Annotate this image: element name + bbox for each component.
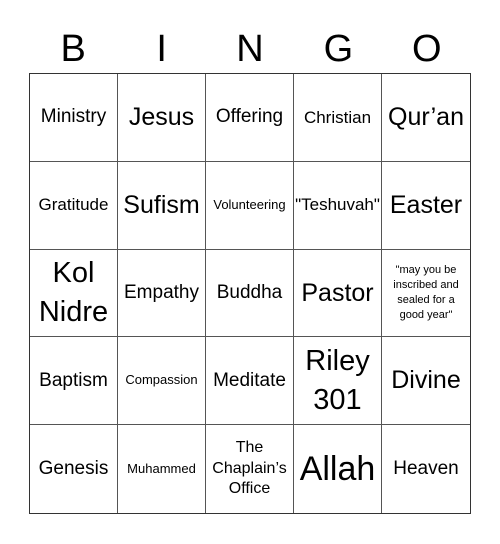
bingo-cell-text: Muhammed <box>127 460 196 476</box>
bingo-cell-text: Divine <box>391 366 461 395</box>
bingo-cell[interactable]: Volunteering <box>206 161 294 250</box>
bingo-cell-text: The Chaplain’s Office <box>212 438 287 498</box>
bingo-cell-text: Pastor <box>301 278 374 307</box>
bingo-cell-text: Qur’an <box>388 103 464 132</box>
bingo-grid: Ministry Jesus Offering Christian Qur’an Grat… <box>29 73 471 514</box>
bingo-cell[interactable]: Baptism <box>30 337 118 426</box>
bingo-cell-text: Empathy <box>124 282 199 304</box>
bingo-cell-text: Sufism <box>123 190 200 219</box>
bingo-cell[interactable]: "may you be inscribed and sealed for a g… <box>382 250 470 338</box>
bingo-cell[interactable]: Christian <box>294 74 382 162</box>
bingo-cell-text: Volunteering <box>213 196 286 212</box>
bingo-cell-text: Jesus <box>128 103 195 132</box>
bingo-cell[interactable]: Jesus <box>118 74 206 162</box>
bingo-cell[interactable]: Buddha <box>206 249 294 338</box>
bingo-cell[interactable]: Heaven <box>382 425 470 513</box>
bingo-cell[interactable]: Empathy <box>118 249 206 338</box>
header-letter-g: G <box>323 28 354 70</box>
bingo-cell-text: Heaven <box>393 458 459 480</box>
bingo-cell[interactable]: Qur’an <box>382 74 470 162</box>
header-letter-n: N <box>236 28 264 70</box>
bingo-cell[interactable]: Ministry <box>30 74 118 162</box>
bingo-cell-text: Easter <box>389 190 463 219</box>
bingo-cell-text: Buddha <box>216 282 283 304</box>
header-letter-b: B <box>60 28 86 70</box>
bingo-cell-text: Gratitude <box>38 195 109 215</box>
bingo-cell[interactable]: Gratitude <box>30 161 118 250</box>
bingo-cell-text: Compassion <box>125 372 198 388</box>
bingo-cell-text: "Teshuvah" <box>295 195 380 215</box>
bingo-cell[interactable]: Allah <box>294 425 382 513</box>
bingo-cell[interactable]: The Chaplain’s Office <box>206 425 294 513</box>
bingo-cell-text: "may you be inscribed and sealed for a g… <box>393 264 459 321</box>
bingo-cell[interactable]: Offering <box>206 74 294 162</box>
bingo-cell-text: Genesis <box>38 458 109 480</box>
bingo-cell-text: Baptism <box>39 369 108 391</box>
header-letter-i: I <box>156 28 167 70</box>
bingo-cell[interactable]: Easter <box>382 162 470 250</box>
bingo-cell[interactable]: Divine <box>382 337 470 426</box>
bingo-cell-text: Meditate <box>213 369 286 391</box>
bingo-cell[interactable]: Pastor <box>294 249 382 338</box>
bingo-cell-text: Kol Nidre <box>38 256 109 328</box>
bingo-cell-text: Offering <box>215 106 284 128</box>
bingo-header: B I N G O <box>29 26 471 72</box>
bingo-cell-text: Riley 301 <box>305 344 370 416</box>
bingo-cell[interactable]: Sufism <box>118 161 206 250</box>
bingo-cell[interactable]: Compassion <box>118 337 206 426</box>
bingo-cell[interactable]: Riley 301 <box>294 337 382 426</box>
bingo-cell-text: Ministry <box>40 106 107 128</box>
bingo-cell[interactable]: Meditate <box>206 337 294 426</box>
header-letter-o: O <box>412 28 442 70</box>
bingo-cell[interactable]: Kol Nidre <box>30 249 118 338</box>
bingo-cell[interactable]: "Teshuvah" <box>294 161 382 250</box>
bingo-cell-text: Christian <box>303 107 372 127</box>
bingo-cell[interactable]: Muhammed <box>118 425 206 513</box>
bingo-cell[interactable]: Genesis <box>30 425 118 513</box>
bingo-cell-text: Allah <box>299 449 376 488</box>
